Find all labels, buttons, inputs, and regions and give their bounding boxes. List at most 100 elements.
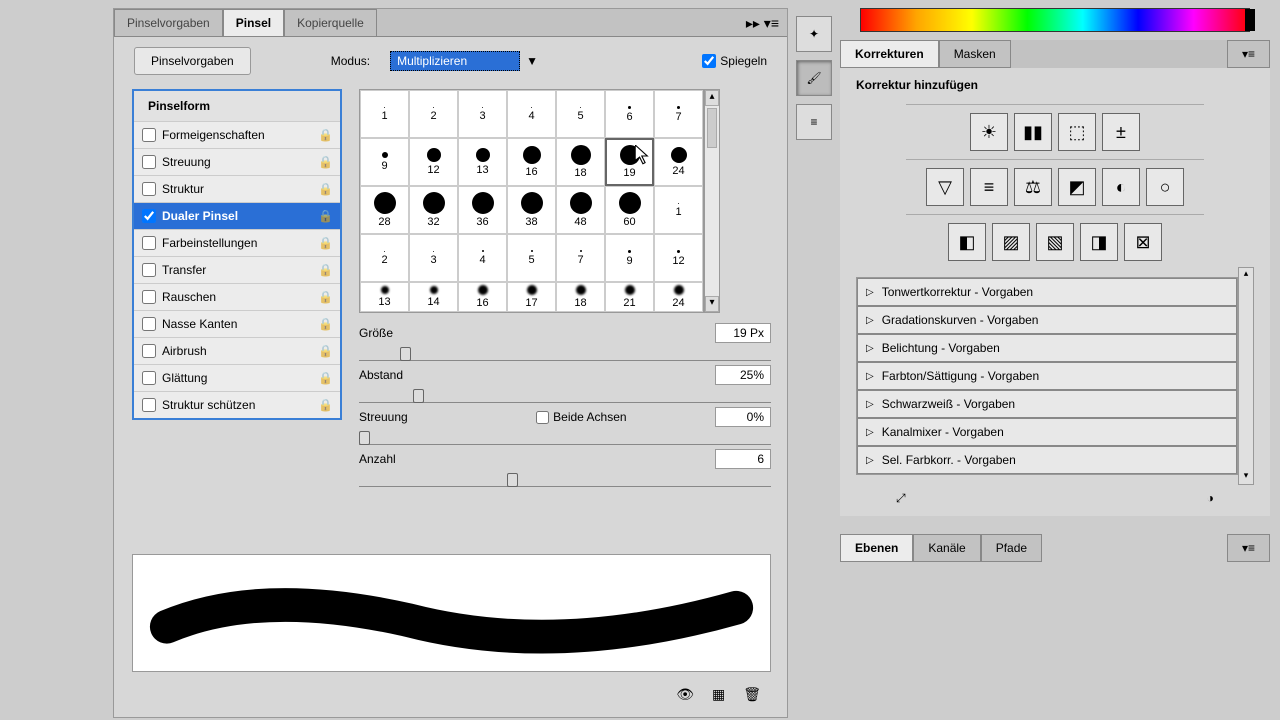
brush-tip-13[interactable]: 13 bbox=[458, 138, 507, 186]
adj-photo-icon[interactable]: ◐ bbox=[1102, 168, 1140, 206]
mirror-input[interactable] bbox=[702, 54, 716, 68]
sidebar-check[interactable] bbox=[142, 290, 156, 304]
lock-icon[interactable]: 🔒 bbox=[318, 182, 332, 196]
new-preset-icon[interactable]: ▦ bbox=[712, 686, 725, 703]
brush-tip-7[interactable]: 7 bbox=[654, 90, 703, 138]
brush-tip-3[interactable]: 3 bbox=[409, 234, 458, 282]
sidebar-item-9[interactable]: Glättung🔒 bbox=[134, 364, 340, 391]
sidebar-item-0[interactable]: Formeigenschaften🔒 bbox=[134, 121, 340, 148]
preset-row-4[interactable]: ▷Schwarzweiß - Vorgaben bbox=[857, 390, 1237, 418]
tab-clone[interactable]: Kopierquelle bbox=[284, 9, 377, 36]
scatter-slider[interactable] bbox=[359, 427, 771, 445]
sidebar-check[interactable] bbox=[142, 236, 156, 250]
panel-collapse-icons[interactable]: ▸▸ ▾≡ bbox=[738, 11, 787, 36]
brush-tip-5[interactable]: 5 bbox=[556, 90, 605, 138]
disclosure-triangle-icon[interactable]: ▷ bbox=[866, 427, 874, 438]
adj-grad-icon[interactable]: ◨ bbox=[1080, 223, 1118, 261]
adj-balance-icon[interactable]: ⚖ bbox=[1014, 168, 1052, 206]
preset-row-0[interactable]: ▷Tonwertkorrektur - Vorgaben bbox=[857, 278, 1237, 306]
preset-row-5[interactable]: ▷Kanalmixer - Vorgaben bbox=[857, 418, 1237, 446]
brush-tip-60[interactable]: 60 bbox=[605, 186, 654, 234]
brush-tip-36[interactable]: 36 bbox=[458, 186, 507, 234]
sidebar-item-1[interactable]: Streuung🔒 bbox=[134, 148, 340, 175]
brush-tip-18[interactable]: 18 bbox=[556, 138, 605, 186]
brush-tip-16[interactable]: 16 bbox=[458, 282, 507, 312]
lock-icon[interactable]: 🔒 bbox=[318, 155, 332, 169]
adj-curves-icon[interactable]: ⬚ bbox=[1058, 113, 1096, 151]
sidebar-item-7[interactable]: Nasse Kanten🔒 bbox=[134, 310, 340, 337]
lock-icon[interactable]: 🔒 bbox=[318, 236, 332, 250]
sidebar-check[interactable] bbox=[142, 344, 156, 358]
brush-tip-24[interactable]: 24 bbox=[654, 138, 703, 186]
expand-icon[interactable]: ⤢ bbox=[896, 491, 906, 506]
tab-channels[interactable]: Kanäle bbox=[913, 534, 980, 562]
sidebar-item-5[interactable]: Transfer🔒 bbox=[134, 256, 340, 283]
disclosure-triangle-icon[interactable]: ▷ bbox=[866, 315, 874, 326]
lock-icon[interactable]: 🔒 bbox=[318, 371, 332, 385]
spacing-slider[interactable] bbox=[359, 385, 771, 403]
sidebar-check[interactable] bbox=[142, 155, 156, 169]
lock-icon[interactable]: 🔒 bbox=[318, 128, 332, 142]
adj-select-icon[interactable]: ⊠ bbox=[1124, 223, 1162, 261]
tool-btn-3[interactable]: ≡ bbox=[796, 104, 832, 140]
mode-select[interactable]: Multiplizieren ▼ bbox=[390, 51, 544, 71]
brush-tip-3[interactable]: 3 bbox=[458, 90, 507, 138]
scroll-down-icon[interactable]: ▾ bbox=[705, 296, 719, 312]
adjustment-mode-icon[interactable]: ◑ bbox=[1207, 491, 1214, 506]
brush-tip-38[interactable]: 38 bbox=[507, 186, 556, 234]
tab-layers[interactable]: Ebenen bbox=[840, 534, 913, 562]
lock-icon[interactable]: 🔒 bbox=[318, 398, 332, 412]
brush-tip-48[interactable]: 48 bbox=[556, 186, 605, 234]
sidebar-check[interactable] bbox=[142, 209, 156, 223]
tab-adjustments[interactable]: Korrekturen bbox=[840, 40, 939, 68]
grid-scrollbar[interactable]: ▴ ▾ bbox=[704, 89, 720, 313]
tab-brush[interactable]: Pinsel bbox=[223, 9, 284, 36]
brush-tip-1[interactable]: 1 bbox=[654, 186, 703, 234]
sidebar-check[interactable] bbox=[142, 182, 156, 196]
adj-exposure-icon[interactable]: ± bbox=[1102, 113, 1140, 151]
lock-icon[interactable]: 🔒 bbox=[318, 290, 332, 304]
brush-tip-6[interactable]: 6 bbox=[605, 90, 654, 138]
preset-row-2[interactable]: ▷Belichtung - Vorgaben bbox=[857, 334, 1237, 362]
brush-tip-12[interactable]: 12 bbox=[409, 138, 458, 186]
brush-tip-4[interactable]: 4 bbox=[507, 90, 556, 138]
brush-presets-button[interactable]: Pinselvorgaben bbox=[134, 47, 251, 75]
brush-tip-32[interactable]: 32 bbox=[409, 186, 458, 234]
sidebar-check[interactable] bbox=[142, 371, 156, 385]
lock-icon[interactable]: 🔒 bbox=[318, 209, 332, 223]
disclosure-triangle-icon[interactable]: ▷ bbox=[866, 455, 874, 466]
adj-levels-icon[interactable]: ▮▮ bbox=[1014, 113, 1052, 151]
adj-hue-icon[interactable]: ≡ bbox=[970, 168, 1008, 206]
brush-tip-21[interactable]: 21 bbox=[605, 282, 654, 312]
adj-brightness-icon[interactable]: ☀ bbox=[970, 113, 1008, 151]
disclosure-triangle-icon[interactable]: ▷ bbox=[866, 399, 874, 410]
sidebar-item-2[interactable]: Struktur🔒 bbox=[134, 175, 340, 202]
sidebar-item-4[interactable]: Farbeinstellungen🔒 bbox=[134, 229, 340, 256]
dropdown-arrow-icon[interactable]: ▼ bbox=[520, 52, 544, 70]
brush-tip-28[interactable]: 28 bbox=[360, 186, 409, 234]
brush-tip-17[interactable]: 17 bbox=[507, 282, 556, 312]
trash-icon[interactable]: 🗑 bbox=[743, 686, 761, 703]
size-slider[interactable] bbox=[359, 343, 771, 361]
brush-tip-9[interactable]: 9 bbox=[360, 138, 409, 186]
adj-thresh-icon[interactable]: ▧ bbox=[1036, 223, 1074, 261]
brush-tip-1[interactable]: 1 bbox=[360, 90, 409, 138]
both-axes-checkbox[interactable] bbox=[536, 411, 549, 424]
preset-row-6[interactable]: ▷Sel. Farbkorr. - Vorgaben bbox=[857, 446, 1237, 474]
spacing-value[interactable]: 25% bbox=[715, 365, 771, 385]
tool-btn-1[interactable]: ✦ bbox=[796, 16, 832, 52]
brush-tip-4[interactable]: 4 bbox=[458, 234, 507, 282]
brush-tip-2[interactable]: 2 bbox=[360, 234, 409, 282]
brush-tip-9[interactable]: 9 bbox=[605, 234, 654, 282]
preset-row-3[interactable]: ▷Farbton/Sättigung - Vorgaben bbox=[857, 362, 1237, 390]
adj-bw-icon[interactable]: ◩ bbox=[1058, 168, 1096, 206]
disclosure-triangle-icon[interactable]: ▷ bbox=[866, 343, 874, 354]
tool-btn-brush[interactable]: 🖌 bbox=[796, 60, 832, 96]
brush-tip-14[interactable]: 14 bbox=[409, 282, 458, 312]
sidebar-item-3[interactable]: Dualer Pinsel🔒 bbox=[134, 202, 340, 229]
disclosure-triangle-icon[interactable]: ▷ bbox=[866, 371, 874, 382]
scroll-up-icon[interactable]: ▴ bbox=[705, 90, 719, 106]
scatter-value[interactable]: 0% bbox=[715, 407, 771, 427]
disclosure-triangle-icon[interactable]: ▷ bbox=[866, 287, 874, 298]
sidebar-item-8[interactable]: Airbrush🔒 bbox=[134, 337, 340, 364]
